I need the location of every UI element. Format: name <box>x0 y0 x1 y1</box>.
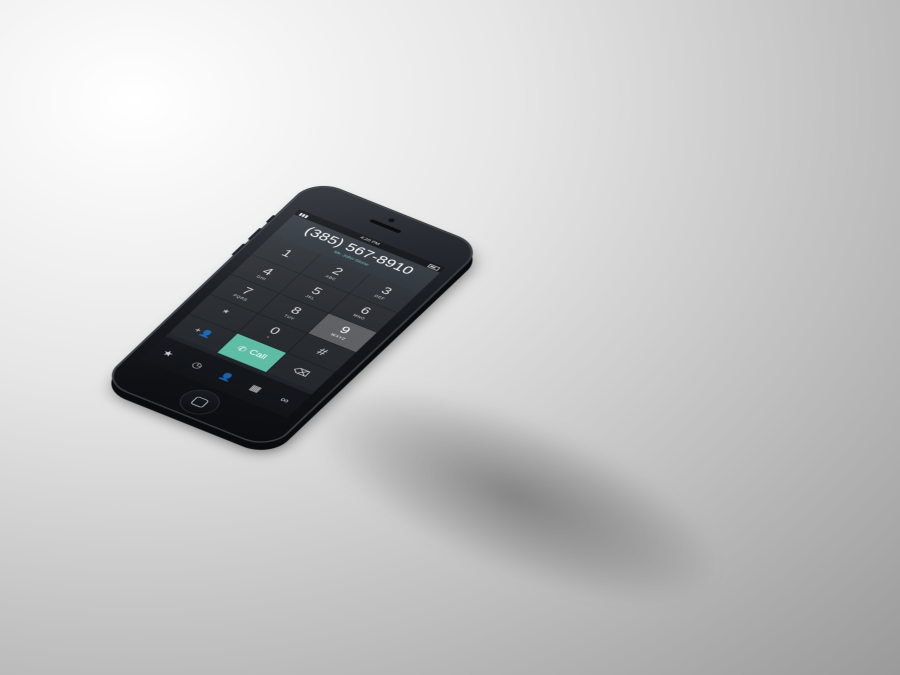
earpiece-speaker <box>368 218 402 234</box>
mute-switch[interactable] <box>265 214 276 224</box>
volume-down-button[interactable] <box>231 243 246 256</box>
key-digit: * <box>217 307 232 319</box>
screen: ▮▮▮ 4:20 PM (385) 567-8910 Mr. John Ston… <box>141 209 446 418</box>
voicemail-icon: ∞ <box>277 395 293 406</box>
star-icon: ★ <box>159 348 177 359</box>
keypad-grid-icon: ▦ <box>247 382 265 394</box>
tab-contacts[interactable]: 👤 <box>200 360 253 394</box>
person-icon: 👤 <box>216 370 237 383</box>
tab-voicemail[interactable]: ∞ <box>258 383 311 417</box>
tab-keypad[interactable]: ▦ <box>229 371 282 405</box>
front-camera <box>387 217 396 223</box>
tab-bar: ★ ◷ 👤 ▦ ∞ <box>141 336 312 418</box>
clock-icon: ◷ <box>189 359 206 371</box>
home-button[interactable] <box>172 385 228 420</box>
tab-favorites[interactable]: ★ <box>142 336 195 370</box>
tab-recents[interactable]: ◷ <box>171 348 224 382</box>
volume-up-button[interactable] <box>247 227 263 241</box>
phone-icon: ✆ <box>234 344 250 354</box>
key-digit: # <box>313 346 331 358</box>
call-label: Call <box>246 348 269 362</box>
key-digit: 1 <box>278 247 296 260</box>
backspace-icon: ⌫ <box>289 365 312 379</box>
phone-body: ▮▮▮ 4:20 PM (385) 567-8910 Mr. John Ston… <box>102 180 483 449</box>
key-letters: + <box>264 335 272 340</box>
add-contact-icon: +👤 <box>191 326 215 340</box>
delete-button[interactable]: ⌫ <box>266 353 335 392</box>
